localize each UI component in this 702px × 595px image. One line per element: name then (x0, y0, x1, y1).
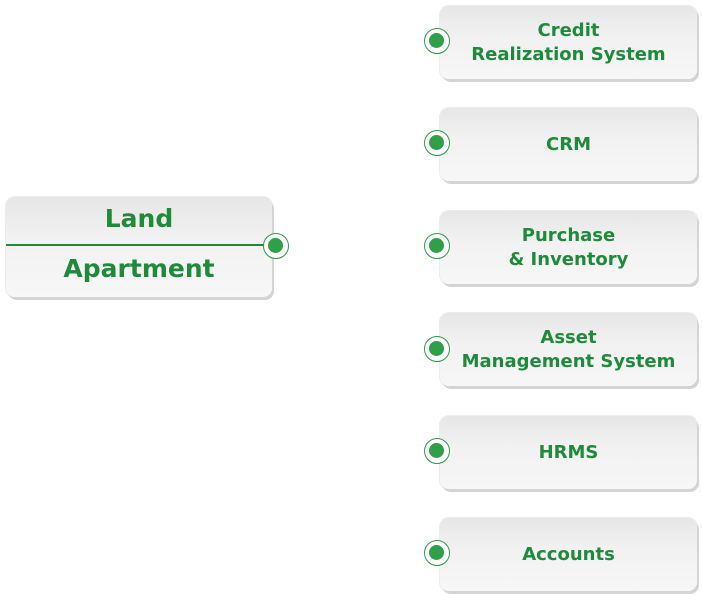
module-label-line: HRMS (538, 441, 599, 463)
module-label-line: Accounts (522, 543, 615, 565)
module-label: CRM (440, 133, 697, 157)
module-node-credit-realization (424, 28, 450, 54)
module-label-line: & Inventory (508, 248, 629, 270)
module-label-line: Management System (461, 350, 676, 372)
module-node-purchase-inventory (424, 233, 450, 259)
module-label: HRMS (440, 441, 697, 465)
main-label-apartment: Apartment (63, 254, 215, 283)
module-label-line: Asset (540, 326, 597, 348)
module-label: Credit Realization System (440, 19, 697, 67)
module-box-asset-management: Asset Management System (440, 313, 697, 386)
module-label: Asset Management System (440, 326, 697, 374)
module-node-hrms (424, 438, 450, 464)
main-divider (6, 244, 268, 246)
main-box: Land Apartment (6, 197, 272, 297)
module-label-line: CRM (546, 133, 591, 155)
module-node-asset-management (424, 336, 450, 362)
module-node-accounts (424, 540, 450, 566)
module-label-line: Realization System (471, 43, 666, 65)
module-box-hrms: HRMS (440, 416, 697, 489)
module-label-line: Purchase (521, 224, 616, 246)
main-label-land: Land (104, 204, 174, 233)
module-box-credit-realization: Credit Realization System (440, 6, 697, 79)
module-box-crm: CRM (440, 108, 697, 181)
module-label-line: Credit (537, 19, 600, 41)
diagram: Land Apartment Credit Realization System… (0, 0, 702, 595)
module-node-crm (424, 130, 450, 156)
module-label: Purchase & Inventory (440, 224, 697, 272)
main-connector-node (263, 233, 289, 259)
module-label: Accounts (440, 543, 697, 567)
module-box-accounts: Accounts (440, 518, 697, 591)
module-box-purchase-inventory: Purchase & Inventory (440, 211, 697, 284)
